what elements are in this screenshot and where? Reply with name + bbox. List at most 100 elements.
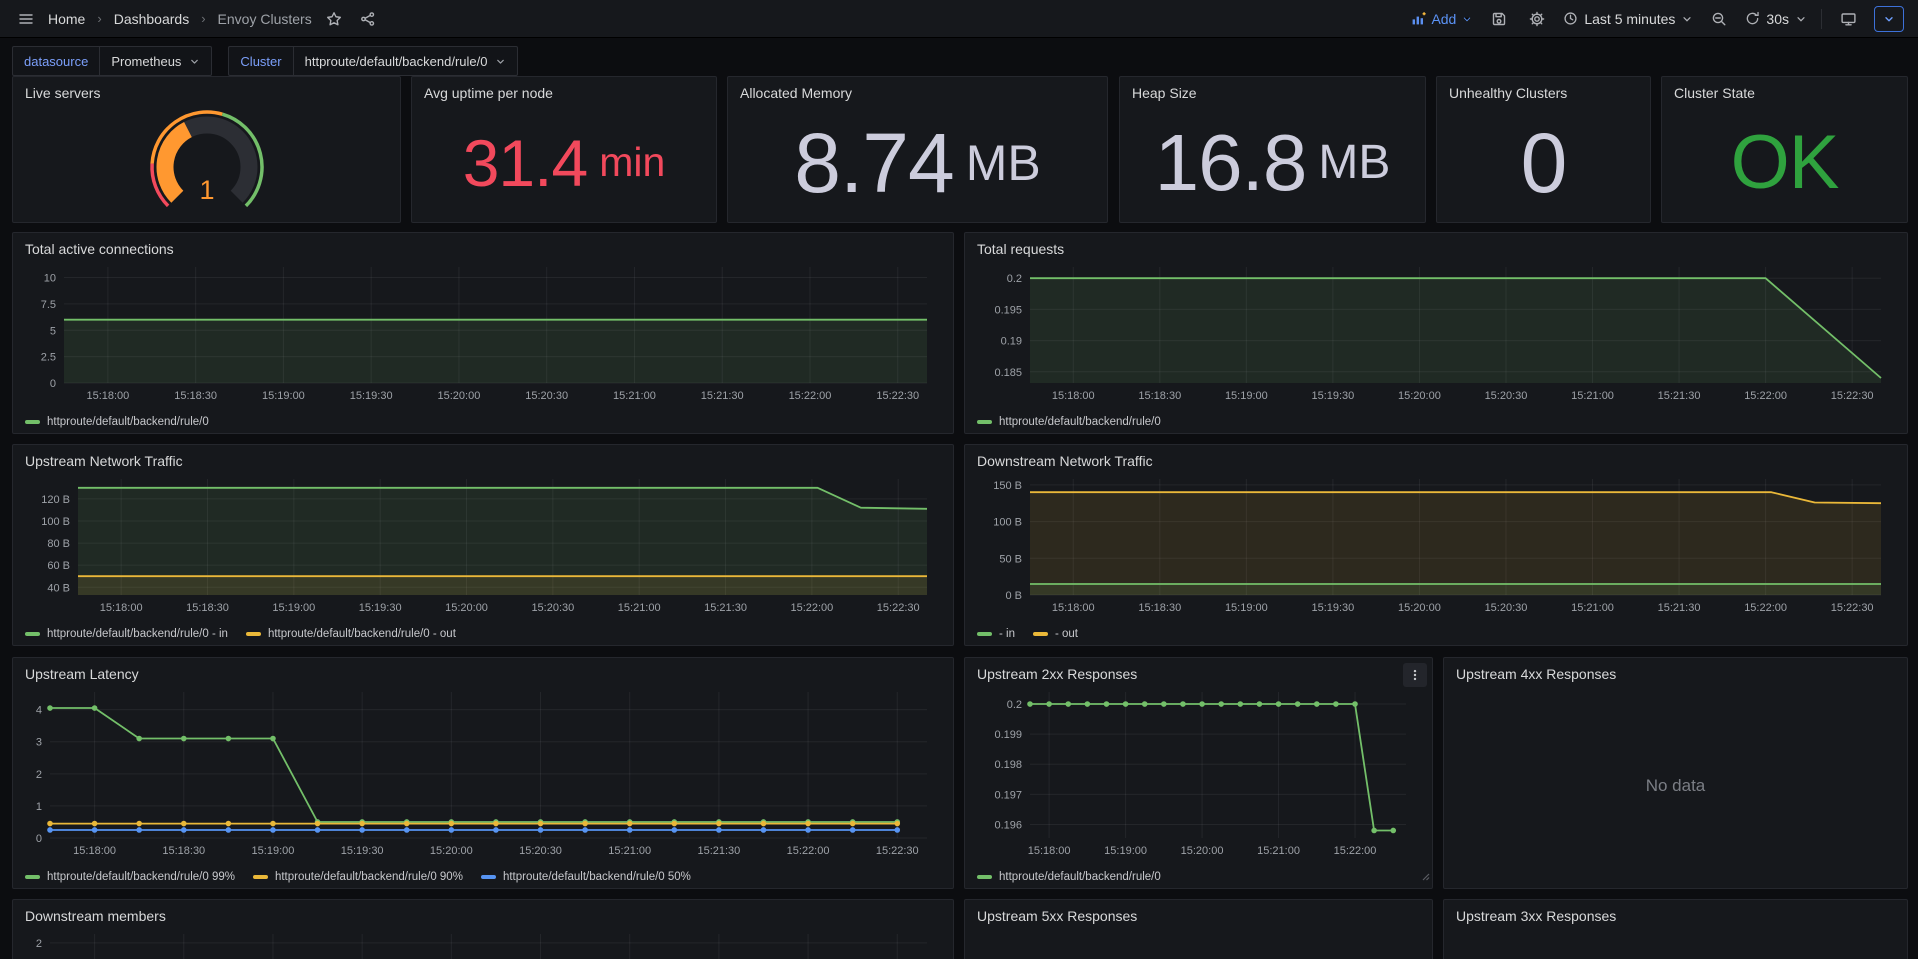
chart-plot-area[interactable]: 15:18:0015:18:3015:19:0015:19:3015:20:00… bbox=[19, 684, 947, 862]
panel-cluster-state: Cluster State OK bbox=[1661, 76, 1908, 223]
legend-item[interactable]: - in bbox=[977, 628, 1015, 640]
svg-text:15:19:00: 15:19:00 bbox=[1104, 845, 1147, 857]
svg-text:15:21:30: 15:21:30 bbox=[1658, 390, 1701, 402]
svg-text:2.5: 2.5 bbox=[41, 352, 56, 364]
legend-item[interactable]: httproute/default/backend/rule/0 bbox=[977, 871, 1161, 883]
chart-legend: - in - out bbox=[977, 628, 1078, 640]
panel-title[interactable]: Downstream Network Traffic bbox=[977, 453, 1153, 469]
chart-plot-area[interactable]: 15:18:0015:18:3015:19:0015:19:3015:20:00… bbox=[19, 259, 947, 407]
panel-title[interactable]: Allocated Memory bbox=[740, 85, 852, 101]
panel-title[interactable]: Heap Size bbox=[1132, 85, 1197, 101]
svg-text:15:20:00: 15:20:00 bbox=[430, 845, 473, 857]
legend-item[interactable]: httproute/default/backend/rule/0 99% bbox=[25, 871, 235, 883]
panel-title[interactable]: Downstream members bbox=[25, 908, 166, 924]
panel-upstream-5xx-responses: Upstream 5xx Responses bbox=[964, 899, 1433, 959]
chart-plot-area[interactable]: 15:18:0015:18:3015:19:0015:19:3015:20:00… bbox=[971, 471, 1901, 619]
panel-title[interactable]: Avg uptime per node bbox=[424, 85, 553, 101]
refresh-interval-label: 30s bbox=[1766, 11, 1789, 27]
legend-swatch bbox=[25, 420, 40, 424]
svg-text:2: 2 bbox=[36, 769, 42, 781]
legend-swatch bbox=[977, 632, 992, 636]
breadcrumb-dashboards[interactable]: Dashboards bbox=[114, 11, 190, 27]
svg-text:15:18:00: 15:18:00 bbox=[86, 390, 129, 402]
add-label: Add bbox=[1431, 11, 1456, 27]
svg-text:40 B: 40 B bbox=[47, 582, 70, 594]
svg-text:0.2: 0.2 bbox=[1007, 699, 1022, 711]
svg-text:150 B: 150 B bbox=[993, 480, 1022, 492]
legend-item[interactable]: httproute/default/backend/rule/0 bbox=[977, 416, 1161, 428]
breadcrumb-separator: › bbox=[95, 11, 103, 26]
chart-legend: httproute/default/backend/rule/0 bbox=[25, 416, 209, 428]
add-button[interactable]: Add bbox=[1410, 11, 1473, 27]
svg-text:15:18:30: 15:18:30 bbox=[1138, 390, 1181, 402]
panel-upstream-3xx-responses: Upstream 3xx Responses bbox=[1443, 899, 1908, 959]
breadcrumb-home[interactable]: Home bbox=[48, 11, 85, 27]
svg-text:15:21:00: 15:21:00 bbox=[1571, 602, 1614, 614]
tv-mode-icon[interactable] bbox=[1836, 7, 1860, 31]
panel-heap-size: Heap Size 16.8 MB bbox=[1119, 76, 1426, 223]
cycle-view-mode-button[interactable] bbox=[1874, 6, 1904, 32]
legend-swatch bbox=[253, 875, 268, 879]
resize-handle[interactable] bbox=[1420, 868, 1430, 886]
panel-title[interactable]: Upstream 3xx Responses bbox=[1456, 908, 1616, 924]
chart-plot-area[interactable]: 15:18:0015:18:3015:19:0015:19:3015:20:00… bbox=[971, 259, 1901, 407]
panel-total-requests: Total requests 15:18:0015:18:3015:19:001… bbox=[964, 232, 1908, 434]
panel-title[interactable]: Total active connections bbox=[25, 241, 174, 257]
svg-text:50 B: 50 B bbox=[999, 553, 1022, 565]
svg-text:15:19:00: 15:19:00 bbox=[1225, 602, 1268, 614]
panel-unhealthy-clusters: Unhealthy Clusters 0 bbox=[1436, 76, 1651, 223]
datasource-select[interactable]: Prometheus bbox=[99, 46, 212, 76]
svg-text:15:21:00: 15:21:00 bbox=[618, 602, 661, 614]
legend-item[interactable]: httproute/default/backend/rule/0 - out bbox=[246, 628, 456, 640]
panel-title[interactable]: Upstream 4xx Responses bbox=[1456, 666, 1616, 682]
svg-text:0 B: 0 B bbox=[1005, 590, 1022, 602]
legend-item[interactable]: - out bbox=[1033, 628, 1078, 640]
svg-text:120 B: 120 B bbox=[41, 494, 70, 506]
legend-label: httproute/default/backend/rule/0 - out bbox=[268, 628, 456, 640]
time-range-picker[interactable]: Last 5 minutes bbox=[1563, 11, 1693, 27]
legend-item[interactable]: httproute/default/backend/rule/0 50% bbox=[481, 871, 691, 883]
svg-text:0.199: 0.199 bbox=[994, 729, 1022, 741]
panel-title[interactable]: Upstream Latency bbox=[25, 666, 139, 682]
svg-text:15:21:30: 15:21:30 bbox=[704, 602, 747, 614]
panel-avg-uptime: Avg uptime per node 31.4 min bbox=[411, 76, 717, 223]
panel-title[interactable]: Cluster State bbox=[1674, 85, 1755, 101]
chart-plot-area[interactable]: 15:18:0015:19:0015:20:0015:21:0015:22:00… bbox=[971, 684, 1426, 862]
breadcrumb-separator: › bbox=[199, 11, 207, 26]
svg-text:60 B: 60 B bbox=[47, 560, 70, 572]
svg-text:15:20:00: 15:20:00 bbox=[445, 602, 488, 614]
refresh-control[interactable]: 30s bbox=[1745, 11, 1807, 27]
legend-swatch bbox=[481, 875, 496, 879]
legend-item[interactable]: httproute/default/backend/rule/0 bbox=[25, 416, 209, 428]
star-icon[interactable] bbox=[322, 7, 346, 31]
panel-title[interactable]: Upstream 5xx Responses bbox=[977, 908, 1137, 924]
svg-text:15:19:00: 15:19:00 bbox=[1225, 390, 1268, 402]
svg-text:15:22:00: 15:22:00 bbox=[789, 390, 832, 402]
share-icon[interactable] bbox=[356, 7, 380, 31]
panel-title[interactable]: Upstream Network Traffic bbox=[25, 453, 183, 469]
top-nav: Home › Dashboards › Envoy Clusters Add bbox=[0, 0, 1918, 38]
settings-gear-icon[interactable] bbox=[1525, 7, 1549, 31]
svg-text:15:19:30: 15:19:30 bbox=[341, 845, 384, 857]
svg-text:15:21:30: 15:21:30 bbox=[1658, 602, 1701, 614]
svg-text:0.196: 0.196 bbox=[994, 819, 1022, 831]
menu-icon[interactable] bbox=[14, 7, 38, 31]
clock-icon bbox=[1563, 11, 1578, 26]
cluster-select[interactable]: httproute/default/backend/rule/0 bbox=[293, 46, 519, 76]
zoom-out-time-icon[interactable] bbox=[1707, 7, 1731, 31]
chevron-down-icon bbox=[1461, 13, 1473, 25]
panel-title[interactable]: Unhealthy Clusters bbox=[1449, 85, 1567, 101]
stat-value: 8.74 bbox=[794, 121, 954, 205]
legend-item[interactable]: httproute/default/backend/rule/0 90% bbox=[253, 871, 463, 883]
panel-title[interactable]: Upstream 2xx Responses bbox=[977, 666, 1137, 682]
svg-text:15:21:00: 15:21:00 bbox=[1571, 390, 1614, 402]
save-dashboard-icon[interactable] bbox=[1487, 7, 1511, 31]
time-range-label: Last 5 minutes bbox=[1584, 11, 1675, 27]
chevron-down-icon bbox=[495, 56, 506, 67]
panel-title[interactable]: Live servers bbox=[25, 85, 100, 101]
chart-plot-area[interactable]: 2 bbox=[19, 926, 947, 959]
svg-text:5: 5 bbox=[50, 325, 56, 337]
chart-plot-area[interactable]: 15:18:0015:18:3015:19:0015:19:3015:20:00… bbox=[19, 471, 947, 619]
panel-title[interactable]: Total requests bbox=[977, 241, 1064, 257]
legend-item[interactable]: httproute/default/backend/rule/0 - in bbox=[25, 628, 228, 640]
